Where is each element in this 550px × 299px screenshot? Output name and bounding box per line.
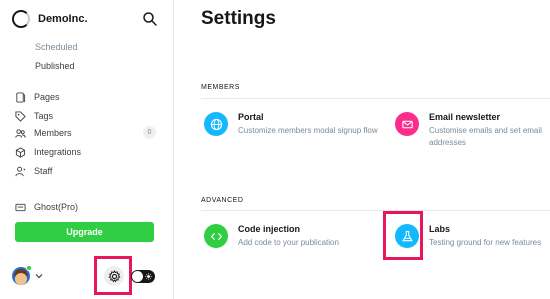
flask-icon bbox=[395, 224, 419, 248]
nav-item-integrations[interactable]: Integrations bbox=[15, 144, 160, 160]
settings-button[interactable] bbox=[104, 266, 124, 286]
nav-item-staff[interactable]: Staff bbox=[15, 163, 160, 179]
plan-item[interactable]: Ghost(Pro) bbox=[15, 199, 160, 215]
settings-card-portal[interactable]: Portal Customize members modal signup fl… bbox=[204, 112, 384, 137]
nav-item-tags[interactable]: Tags bbox=[15, 108, 160, 124]
page-title: Settings bbox=[201, 8, 276, 29]
globe-icon bbox=[204, 112, 228, 136]
nav-item-pages[interactable]: Pages bbox=[15, 89, 160, 105]
tag-icon bbox=[15, 110, 26, 122]
mail-icon bbox=[395, 112, 419, 136]
settings-card-code-injection[interactable]: Code injection Add code to your publicat… bbox=[204, 224, 374, 249]
online-status-dot bbox=[26, 265, 32, 271]
billing-icon bbox=[15, 203, 26, 211]
section-label-advanced: ADVANCED bbox=[201, 197, 244, 204]
plan-label: Ghost(Pro) bbox=[34, 202, 79, 212]
card-title: Email newsletter bbox=[429, 112, 501, 122]
brand[interactable]: DemoInc. bbox=[12, 10, 88, 28]
card-description: Add code to your publication bbox=[238, 238, 339, 247]
chevron-down-icon[interactable] bbox=[35, 272, 43, 280]
card-description: Testing ground for new features bbox=[429, 238, 542, 247]
brand-name: DemoInc. bbox=[38, 13, 88, 25]
members-icon bbox=[15, 128, 26, 138]
search-icon[interactable] bbox=[142, 11, 158, 27]
nav-item-label: Integrations bbox=[34, 147, 82, 157]
toggle-knob bbox=[132, 271, 143, 282]
nav-item-label: Staff bbox=[34, 166, 53, 176]
staff-icon bbox=[15, 166, 26, 176]
section-divider bbox=[201, 210, 550, 211]
nav-item-scheduled[interactable]: Scheduled bbox=[35, 42, 78, 52]
page-icon bbox=[16, 91, 26, 103]
card-title: Labs bbox=[429, 224, 451, 234]
nav-item-label: Tags bbox=[34, 111, 54, 121]
code-icon bbox=[204, 224, 228, 248]
nav-item-published[interactable]: Published bbox=[35, 61, 75, 71]
card-description: Customize members modal signup flow bbox=[238, 126, 378, 135]
avatar-face bbox=[15, 273, 27, 285]
integrations-icon bbox=[15, 146, 26, 158]
card-description: Customise emails and set email addresses bbox=[429, 126, 542, 147]
sidebar: DemoInc. Scheduled Published Pages Tags … bbox=[0, 0, 174, 299]
brand-logo-icon bbox=[12, 10, 30, 28]
section-divider bbox=[201, 98, 550, 99]
gear-icon bbox=[108, 269, 120, 282]
nav-item-members[interactable]: Members 0 bbox=[15, 125, 160, 141]
card-title: Code injection bbox=[238, 224, 301, 234]
sun-icon bbox=[145, 273, 152, 280]
section-label-members: MEMBERS bbox=[201, 84, 240, 91]
nav-item-label: Members bbox=[34, 128, 72, 138]
dark-mode-toggle[interactable] bbox=[131, 270, 155, 283]
members-count-badge: 0 bbox=[143, 126, 156, 139]
card-title: Portal bbox=[238, 112, 264, 122]
settings-card-email-newsletter[interactable]: Email newsletter Customise emails and se… bbox=[395, 112, 550, 149]
settings-card-labs[interactable]: Labs Testing ground for new features bbox=[395, 224, 550, 249]
upgrade-button[interactable]: Upgrade bbox=[15, 222, 154, 242]
nav-item-label: Pages bbox=[34, 92, 60, 102]
